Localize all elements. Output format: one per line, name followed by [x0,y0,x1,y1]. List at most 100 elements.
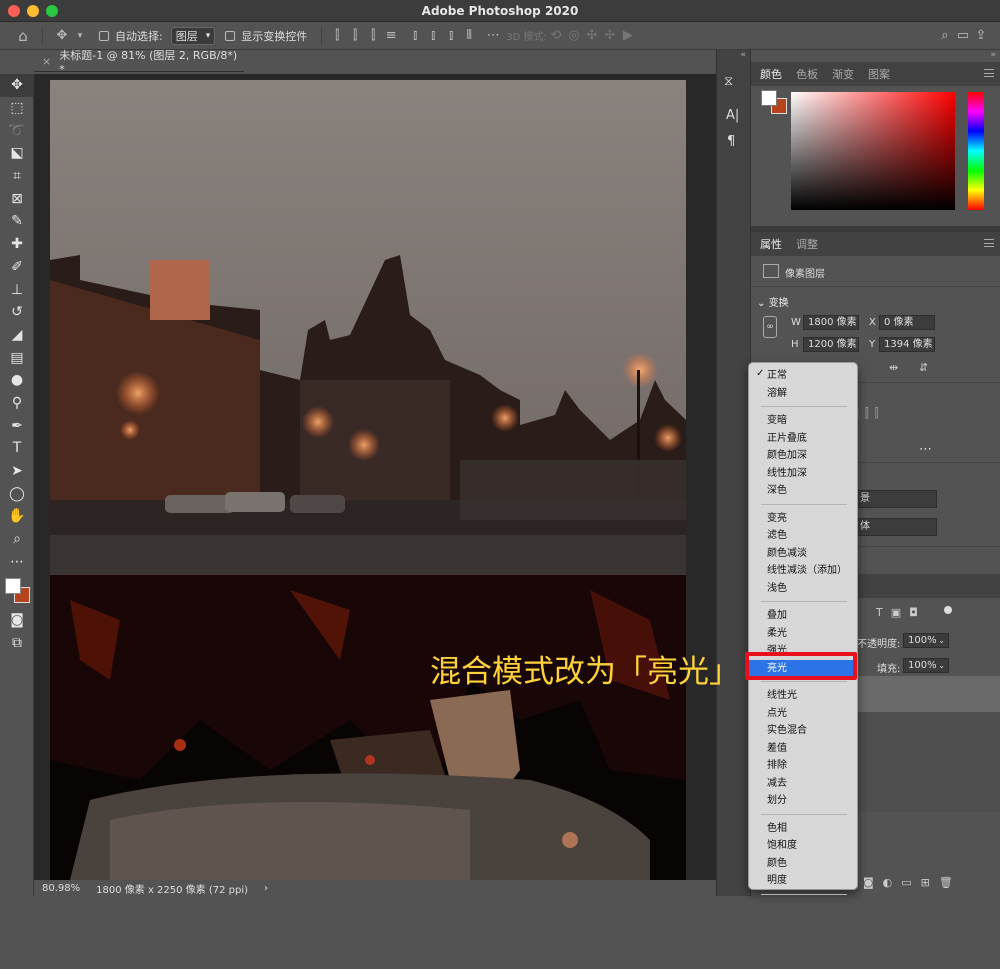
blend-mode-item[interactable]: 线性光 [749,687,857,704]
tab-color[interactable]: 颜色 [760,66,782,82]
move-tool-icon[interactable]: ✥ [0,74,34,97]
character-panel-icon[interactable]: A| [726,108,739,123]
screen-mode-icon[interactable]: ⧉ [0,632,34,655]
path-select-tool-icon[interactable]: ➤ [0,460,34,483]
blend-mode-item[interactable]: 颜色减淡 [749,545,857,562]
align-icons[interactable]: ⫿⫿⫿ [855,406,885,421]
blend-mode-item[interactable]: 正常 [749,367,857,384]
blend-mode-item[interactable]: 明度 [749,872,857,889]
align-left-icon[interactable]: ⫿ [328,28,346,43]
blend-mode-item[interactable]: 变暗 [749,412,857,429]
opacity-field[interactable]: 100% ⌄ [903,633,949,648]
blend-mode-item[interactable]: 饱和度 [749,837,857,854]
blend-mode-item[interactable]: 变亮 [749,510,857,527]
blend-mode-item[interactable]: 线性加深 [749,465,857,482]
align-top-icon[interactable]: ⫾ [406,28,424,43]
paragraph-panel-icon[interactable]: ¶ [727,134,735,149]
blend-mode-item[interactable]: 差值 [749,740,857,757]
flip-horizontal-icon[interactable]: ⇹ [889,361,898,374]
blur-tool-icon[interactable]: ● [0,369,34,392]
marquee-tool-icon[interactable]: ⬚ [0,97,34,120]
more-tools-icon[interactable]: ⋯ [0,550,34,573]
ellipse-tool-icon[interactable]: ◯ [0,482,34,505]
blend-mode-item[interactable]: 滤色 [749,527,857,544]
align-center-icon[interactable]: ⫿ [346,28,364,43]
blend-mode-item[interactable]: 色相 [749,820,857,837]
color-field[interactable] [791,92,955,210]
gradient-tool-icon[interactable]: ▤ [0,346,34,369]
blend-mode-item[interactable]: 颜色 [749,855,857,872]
dodge-tool-icon[interactable]: ⚲ [0,392,34,415]
object-select-tool-icon[interactable]: ⬕ [0,142,34,165]
height-field[interactable]: 1200 像素 [803,337,859,352]
zoom-tool-icon[interactable]: ⌕ [0,528,34,551]
layer-select-dropdown[interactable]: 图层 ▾ [170,26,216,45]
align-middle-icon[interactable]: ⫾ [424,28,442,43]
blend-mode-item[interactable]: 浅色 [749,580,857,597]
property-field-1[interactable]: 景 [855,490,937,508]
distribute-icon[interactable]: ≡ [382,28,400,43]
property-field-2[interactable]: 体 [855,518,937,536]
filter-toggle-icon[interactable] [944,606,952,614]
clone-stamp-tool-icon[interactable]: ⊥ [0,278,34,301]
flip-vertical-icon[interactable]: ⇵ [919,361,928,374]
document-canvas-image[interactable] [50,80,686,880]
chevron-right-icon[interactable]: › [264,883,268,894]
panel-menu-icon[interactable] [984,239,994,247]
blend-mode-item[interactable]: 溶解 [749,385,857,402]
healing-brush-tool-icon[interactable]: ✚ [0,233,34,256]
close-tab-icon[interactable]: × [42,55,51,68]
blend-mode-item[interactable]: 减去 [749,775,857,792]
blend-mode-item[interactable]: 线性减淡（添加） [749,562,857,579]
eyedropper-tool-icon[interactable]: ✎ [0,210,34,233]
type-tool-icon[interactable]: T [0,437,34,460]
chevron-down-icon[interactable]: ▾ [71,31,89,41]
link-icon[interactable]: ∞ [763,316,777,338]
foreground-color-swatch[interactable] [761,90,777,106]
pen-tool-icon[interactable]: ✒ [0,414,34,437]
foreground-color-swatch[interactable] [5,578,21,595]
blend-mode-item[interactable]: 叠加 [749,607,857,624]
history-panel-icon[interactable]: ⧖ [724,74,733,89]
more-options-icon[interactable]: ⋯ [919,442,932,457]
blend-mode-item[interactable]: 排除 [749,757,857,774]
show-transform-checkbox[interactable] [225,30,236,41]
y-field[interactable]: 1394 像素 [879,337,935,352]
share-icon[interactable]: ⇪ [972,28,990,43]
collapse-arrows-icon[interactable]: « [717,50,750,60]
search-icon[interactable]: ⌕ [936,28,954,43]
history-brush-tool-icon[interactable]: ↺ [0,301,34,324]
eraser-tool-icon[interactable]: ◢ [0,324,34,347]
home-icon[interactable]: ⌂ [14,27,32,45]
panel-menu-icon[interactable] [984,69,994,77]
layer-filter-icons[interactable]: T▣◘ [876,606,926,619]
hue-slider[interactable] [968,92,984,210]
align-bottom-icon[interactable]: ⫾ [442,28,460,43]
blend-mode-item[interactable] [749,935,857,952]
tab-properties[interactable]: 属性 [760,236,782,252]
width-field[interactable]: 1800 像素 [803,315,859,330]
blend-mode-item[interactable] [749,900,857,917]
frame-tool-icon[interactable]: ⊠ [0,187,34,210]
tab-gradients[interactable]: 渐变 [832,66,854,82]
tab-adjustments[interactable]: 调整 [796,236,818,252]
fill-field[interactable]: 100% ⌄ [903,658,949,673]
lasso-tool-icon[interactable]: ➰ [0,119,34,142]
blend-mode-item[interactable] [749,917,857,934]
quick-mask-icon[interactable]: ◙ [0,609,34,632]
transform-section[interactable]: ⌄ 变换 [757,294,789,309]
auto-select-checkbox[interactable] [99,30,109,41]
align-right-icon[interactable]: ⫿ [364,28,382,43]
blend-mode-item[interactable]: 实色混合 [749,722,857,739]
blend-mode-item[interactable]: 颜色加深 [749,447,857,464]
move-tool-icon[interactable]: ✥ [53,28,71,43]
x-field[interactable]: 0 像素 [879,315,935,330]
brush-tool-icon[interactable]: ✐ [0,256,34,279]
blend-mode-item[interactable]: 划分 [749,792,857,809]
collapse-arrows-icon[interactable]: » [751,50,1000,62]
blend-mode-item[interactable]: 正片叠底 [749,430,857,447]
layers-list[interactable] [857,712,1000,812]
more-options-icon[interactable]: ⋯ [484,28,502,43]
blend-mode-item[interactable]: 点光 [749,705,857,722]
distribute-vertical-icon[interactable]: ⦀ [460,28,478,43]
